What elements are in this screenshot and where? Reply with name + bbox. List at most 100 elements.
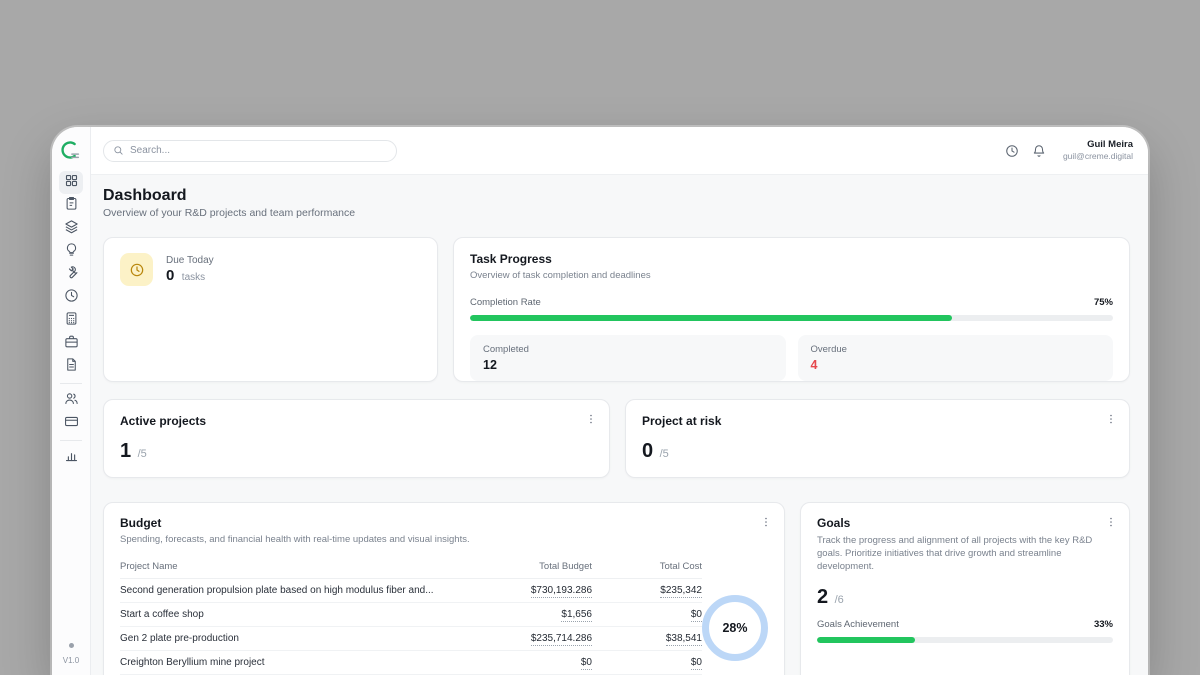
sidebar-item-time[interactable] [59,286,83,309]
goals-progress-track [817,637,1113,643]
completed-value: 12 [483,358,773,372]
status-dot [69,643,74,648]
user-menu[interactable]: Guil Meira guil@creme.digital [1063,139,1133,162]
goals-value: 2 [817,586,828,608]
budget-menu-icon[interactable] [760,515,772,529]
main-content: Dashboard Overview of your R&D projects … [91,175,1148,675]
budget-row[interactable]: Second generation propulsion plate based… [120,579,702,603]
active-projects-menu-icon[interactable] [585,412,597,426]
total-cost-value[interactable]: $235,342 [660,585,702,598]
completion-rate-row: Completion Rate 75% [470,297,1113,308]
col-total-cost: Total Cost [592,557,702,579]
history-clock-icon[interactable] [1005,144,1019,158]
goals-subtitle: Track the progress and alignment of all … [817,535,1099,573]
budget-row[interactable]: Creighton Beryllium mine project $0 $0 [120,651,702,675]
due-today-value-row: 0 tasks [166,267,205,285]
creme-logo-icon [60,139,82,163]
sidebar-divider [60,440,82,441]
calculator-icon [64,311,79,331]
project-at-risk-menu-icon[interactable] [1105,412,1117,426]
task-progress-title: Task Progress [470,252,1113,266]
sidebar-item-calculator[interactable] [59,309,83,332]
budget-row[interactable]: Start a coffee shop $1,656 $0 [120,603,702,627]
search-input[interactable] [130,145,387,156]
goals-menu-icon[interactable] [1105,515,1117,529]
completion-progress-fill [470,315,952,321]
overdue-stat: Overdue 4 [798,335,1114,381]
sidebar-item-team[interactable] [59,389,83,412]
user-name: Guil Meira [1063,139,1133,151]
goals-progress-fill [817,637,915,643]
sidebar-item-documents[interactable] [59,355,83,378]
sidebar-item-dashboard[interactable] [59,171,83,194]
total-cost-value[interactable]: $38,541 [666,633,702,646]
goals-card: Goals Track the progress and alignment o… [800,502,1130,675]
sidebar-item-ideas[interactable] [59,240,83,263]
col-total-budget: Total Budget [472,557,592,579]
active-projects-value-row: 1 /5 [120,440,593,463]
total-cost-value[interactable]: $0 [691,609,702,622]
project-name: Gen 2 plate pre-production [120,627,472,651]
version-label: V1.0 [63,656,79,665]
completed-label: Completed [483,344,773,355]
budget-body: Project Name Total Budget Total Cost Sec… [120,557,768,675]
due-today-clock-icon [120,253,153,286]
completed-stat: Completed 12 [470,335,786,381]
completion-progress-track [470,315,1113,321]
completion-rate-value: 75% [1094,297,1113,308]
project-at-risk-total: /5 [660,448,669,460]
sidebar-item-billing[interactable] [59,412,83,435]
project-name: Start a coffee shop [120,603,472,627]
total-budget-value[interactable]: $1,656 [561,609,592,622]
project-name: Second generation propulsion plate based… [120,579,472,603]
layers-icon [64,219,79,239]
topbar-right: Guil Meira guil@creme.digital [1005,139,1133,162]
budget-title: Budget [120,516,768,530]
lightbulb-icon [64,242,79,262]
task-progress-card: Task Progress Overview of task completio… [453,237,1130,382]
budget-donut: 28% [702,595,768,661]
clipboard-icon [64,196,79,216]
active-projects-value: 1 [120,440,131,462]
task-progress-subtitle: Overview of task completion and deadline… [470,270,1113,281]
goals-achievement-value: 33% [1094,619,1113,630]
project-name: Creighton Beryllium mine project [120,651,472,675]
active-projects-total: /5 [138,448,147,460]
overdue-value: 4 [811,358,1101,372]
total-budget-value[interactable]: $730,193.286 [531,585,592,598]
page-title: Dashboard [103,187,187,205]
file-text-icon [64,357,79,377]
sidebar: V1.0 [52,127,91,675]
budget-subtitle: Spending, forecasts, and financial healt… [120,534,768,545]
budget-row[interactable]: Gen 2 plate pre-production $235,714.286 … [120,627,702,651]
budget-card: Budget Spending, forecasts, and financia… [103,502,785,675]
total-cost-value[interactable]: $0 [691,657,702,670]
due-today-label: Due Today [166,255,214,266]
sidebar-item-layers[interactable] [59,217,83,240]
clock-icon [64,288,79,308]
sidebar-item-portfolio[interactable] [59,332,83,355]
sidebar-footer: V1.0 [63,643,79,665]
goals-total: /6 [835,594,844,606]
search-bar[interactable] [103,140,397,162]
budget-donut-wrap: 28% [702,557,768,675]
goals-achievement-label: Goals Achievement [817,619,899,630]
total-budget-value[interactable]: $235,714.286 [531,633,592,646]
total-budget-value[interactable]: $0 [581,657,592,670]
budget-donut-pct: 28% [722,621,747,635]
search-icon [113,145,124,156]
notifications-bell-icon[interactable] [1032,144,1046,158]
sidebar-divider [60,383,82,384]
sidebar-item-tasks[interactable] [59,194,83,217]
dashboard-grid-icon [64,173,79,193]
page-subtitle: Overview of your R&D projects and team p… [103,207,355,219]
due-today-card: Due Today 0 tasks [103,237,438,382]
sidebar-item-analytics[interactable] [59,446,83,469]
col-project-name: Project Name [120,557,472,579]
goals-title: Goals [817,516,1113,530]
overdue-label: Overdue [811,344,1101,355]
due-today-value: 0 [166,267,174,284]
completion-rate-label: Completion Rate [470,297,541,308]
due-today-unit: tasks [182,272,205,283]
sidebar-item-tools[interactable] [59,263,83,286]
